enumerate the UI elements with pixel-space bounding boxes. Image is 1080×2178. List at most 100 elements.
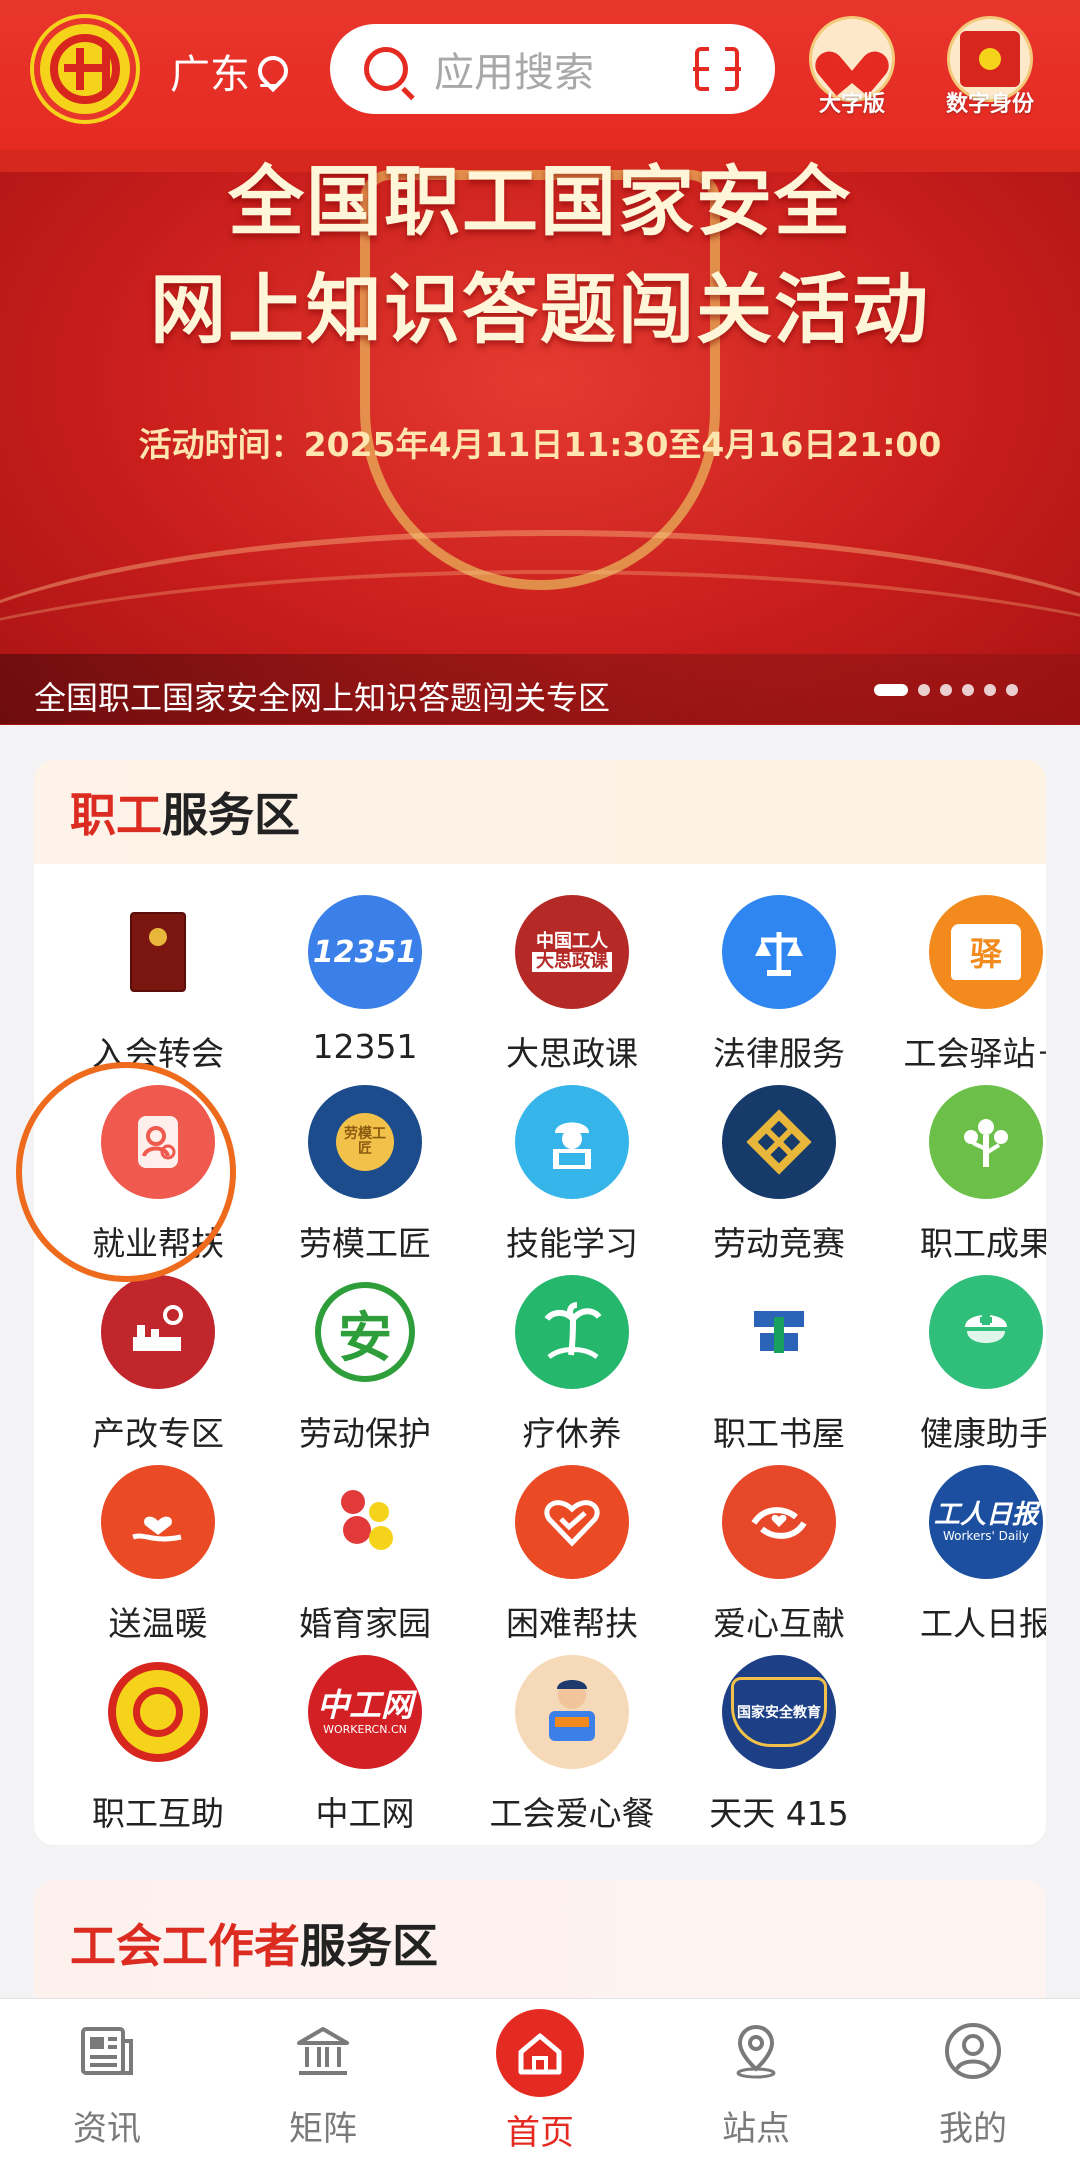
top-bar: 广东 应用搜索 大字版 数字身份	[0, 0, 1080, 150]
service-item[interactable]: 入会转会	[55, 895, 261, 1085]
banner-time: 活动时间：2025年4月11日11:30至4月16日21:00	[138, 425, 942, 464]
service-item-label: 劳模工匠	[299, 1224, 431, 1263]
service-item[interactable]: 婚育家园	[262, 1465, 468, 1655]
service-card-title: 职工 服务区	[34, 760, 1046, 864]
nav-label: 首页	[506, 2113, 574, 2153]
banner-title-line2: 网上知识答题闯关活动	[150, 265, 930, 354]
service-item-label: 中工网	[315, 1794, 415, 1833]
scan-icon[interactable]	[693, 45, 741, 93]
service-item-label: 技能学习	[506, 1224, 638, 1263]
service-item[interactable]: 职工书屋	[676, 1275, 882, 1465]
service-item-label: 爱心互献	[713, 1604, 845, 1643]
service-item[interactable]: 工人日报 Workers' Daily 工人日报	[883, 1465, 1046, 1655]
service-item-label: 工会驿站＋	[903, 1034, 1047, 1073]
service-item-label: 婚育家园	[299, 1604, 431, 1643]
service-item[interactable]: 国家安全教育天天 415	[676, 1655, 882, 1845]
service-item-label: 工会爱心餐	[489, 1794, 655, 1833]
service-item[interactable]: 劳模工匠 劳模工匠	[262, 1085, 468, 1275]
location-icon	[726, 2021, 786, 2081]
banner-pagination[interactable]	[874, 684, 1018, 696]
service-item-label: 职工书屋	[713, 1414, 845, 1453]
banner-caption: 全国职工国家安全网上知识答题闯关专区	[34, 679, 611, 717]
service-item[interactable]: 劳动竞赛	[676, 1085, 882, 1275]
service-item[interactable]: 爱心互献	[676, 1465, 882, 1655]
home-icon	[496, 2009, 584, 2097]
location-pin-icon	[258, 56, 280, 87]
nav-item-home[interactable]: 首页	[465, 2009, 615, 2154]
service-item[interactable]: 送温暖	[55, 1465, 261, 1655]
service-item[interactable]: 驿工会驿站＋	[883, 895, 1046, 1085]
service-item-label: 12351	[312, 1027, 418, 1066]
location-selector[interactable]: 广东	[170, 42, 280, 100]
service-item-label: 产改专区	[92, 1414, 224, 1453]
banner-dot[interactable]	[962, 684, 974, 696]
nurse-icon	[929, 1275, 1043, 1389]
service-item-label: 疗休养	[522, 1414, 622, 1453]
nav-item-station[interactable]: 站点	[681, 2021, 831, 2150]
service-item-label: 法律服务	[713, 1034, 845, 1073]
banner-dot[interactable]	[874, 684, 908, 696]
highlight-circle	[16, 1062, 236, 1282]
membership-book-icon	[101, 895, 215, 1009]
banner-dot[interactable]	[940, 684, 952, 696]
service-item-label: 天天 415	[709, 1794, 849, 1833]
search-bar[interactable]: 应用搜索	[330, 24, 775, 114]
banner-dot[interactable]	[918, 684, 930, 696]
service-item[interactable]: 职工互助	[55, 1655, 261, 1845]
service-item-label: 职工成果	[920, 1224, 1046, 1263]
large-font-label: 大字版	[818, 92, 885, 117]
digital-id-button[interactable]: 数字身份	[944, 16, 1036, 118]
service-item[interactable]: 产改专区	[55, 1275, 261, 1465]
service-item-label: 工人日报	[920, 1604, 1046, 1643]
service-item[interactable]: 职工成果	[883, 1085, 1046, 1275]
digital-id-label: 数字身份	[945, 92, 1034, 117]
service-item[interactable]: 工会爱心餐	[469, 1655, 675, 1845]
service-item[interactable]: 法律服务	[676, 895, 882, 1085]
love-exchange-icon	[722, 1465, 836, 1579]
service-item-label: 劳动保护	[299, 1414, 431, 1453]
station-house-icon: 驿	[929, 895, 1043, 1009]
user-icon	[943, 2021, 1003, 2081]
family-icon	[308, 1465, 422, 1579]
heart-hand-icon	[101, 1465, 215, 1579]
nav-item-news[interactable]: 资讯	[32, 2021, 182, 2150]
service-item[interactable]: 安劳动保护	[262, 1275, 468, 1465]
nav-item-mine[interactable]: 我的	[898, 2021, 1048, 2150]
banner-dot[interactable]	[1006, 684, 1018, 696]
service-item[interactable]: 疗休养	[469, 1275, 675, 1465]
worker-service-card: 职工 服务区 入会转会 12351 12351 中国工人 大思政课 大思政课 法律服务驿工会驿…	[34, 760, 1046, 1845]
love-meal-icon	[515, 1655, 629, 1769]
medal-icon: 劳模工匠	[308, 1085, 422, 1199]
industry-reform-icon	[101, 1275, 215, 1389]
id-card-icon	[960, 31, 1020, 87]
workercn-icon: 中工网 WORKERCN.CN	[308, 1655, 422, 1769]
service-item-label: 大思政课	[506, 1034, 638, 1073]
service-item[interactable]: 中国工人 大思政课大思政课	[469, 895, 675, 1085]
service-item-label: 劳动竞赛	[713, 1224, 845, 1263]
service-item-label: 困难帮扶	[506, 1604, 638, 1643]
search-input[interactable]: 应用搜索	[434, 40, 695, 98]
service-item-label: 职工互助	[92, 1794, 224, 1833]
union-worker-service-card: 工会工作者服务区	[34, 1880, 1046, 2000]
search-icon	[364, 47, 408, 91]
large-font-button[interactable]: 大字版	[806, 16, 898, 118]
book-house-icon	[722, 1275, 836, 1389]
nav-item-matrix[interactable]: 矩阵	[248, 2021, 398, 2150]
nav-label: 资讯	[73, 2109, 141, 2149]
service-item[interactable]: 困难帮扶	[469, 1465, 675, 1655]
banner-title-line1: 全国职工国家安全	[228, 157, 852, 246]
union-logo-icon	[34, 18, 136, 120]
banner-dot[interactable]	[984, 684, 996, 696]
service-item[interactable]: 12351 12351	[262, 895, 468, 1085]
service-item[interactable]: 技能学习	[469, 1085, 675, 1275]
ideology-class-icon: 中国工人 大思政课	[515, 895, 629, 1009]
workers-daily-icon: 工人日报 Workers' Daily	[929, 1465, 1043, 1579]
service-item-label: 健康助手	[920, 1414, 1046, 1453]
service-item[interactable]: 健康助手	[883, 1275, 1046, 1465]
union-worker-card-title: 工会工作者服务区	[70, 1919, 438, 1973]
service-item[interactable]: 中工网 WORKERCN.CN 中工网	[262, 1655, 468, 1845]
nav-label: 站点	[722, 2109, 790, 2149]
national-security-icon: 国家安全教育	[722, 1655, 836, 1769]
heart-hands-icon	[826, 36, 878, 82]
safety-badge-icon: 安	[308, 1275, 422, 1389]
